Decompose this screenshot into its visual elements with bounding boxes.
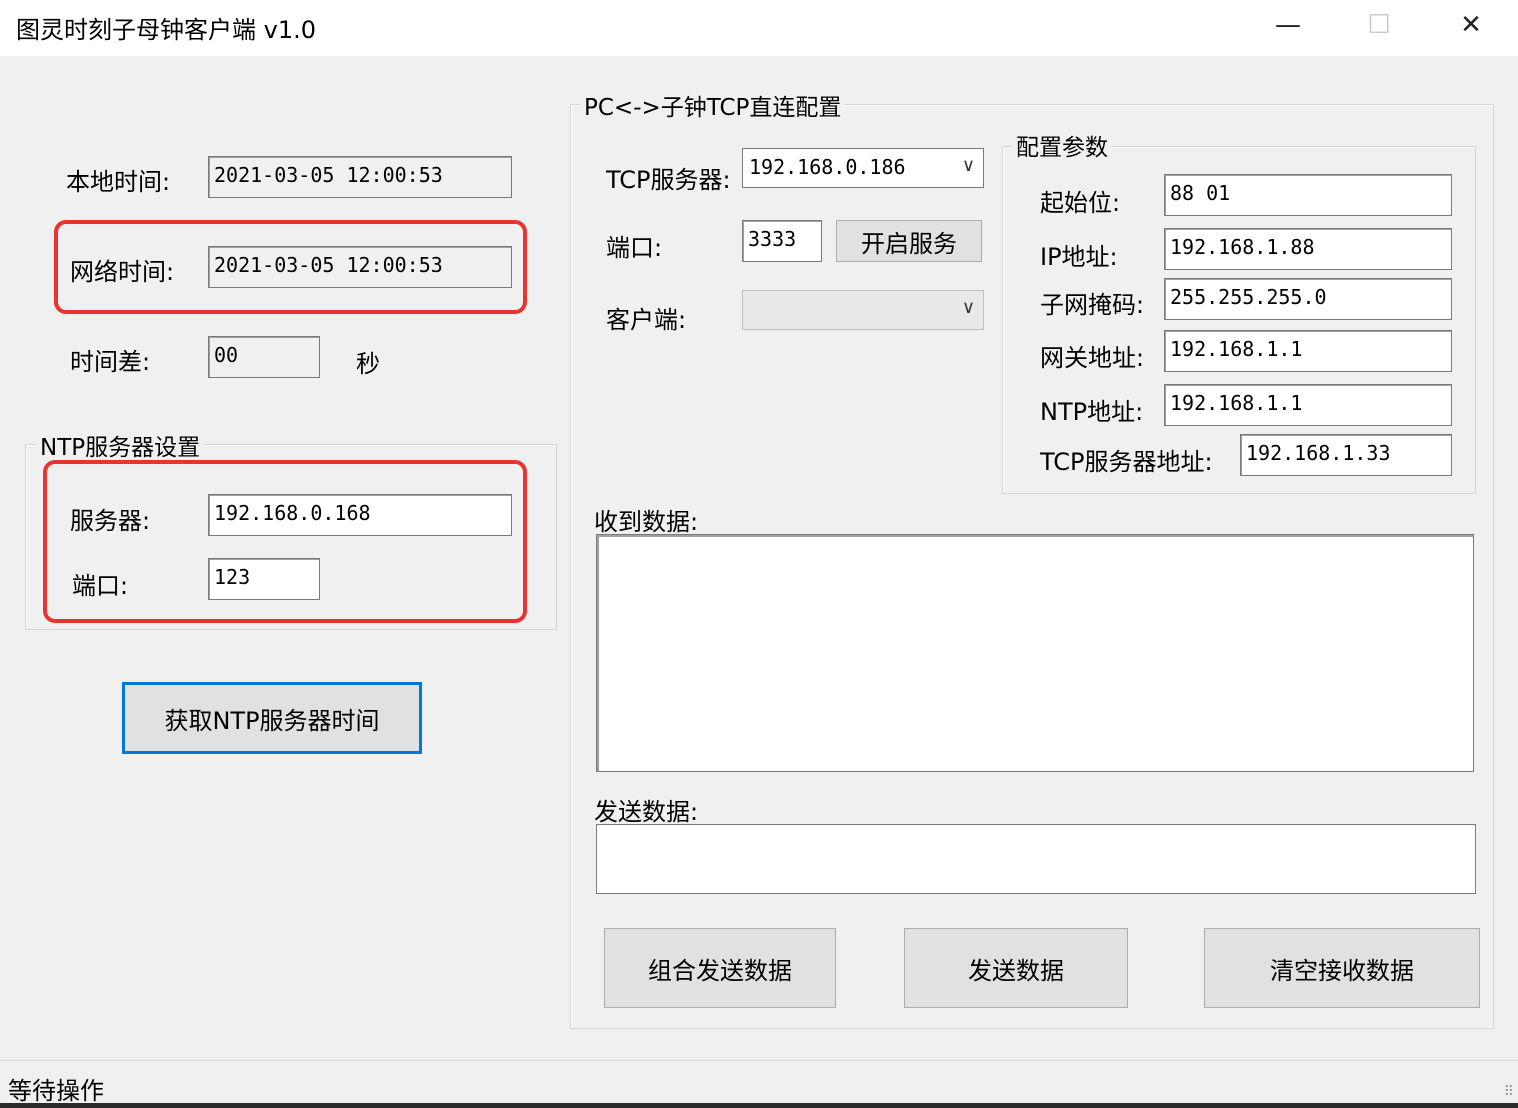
client-select[interactable]: ∨: [742, 290, 984, 330]
net-time-label: 网络时间:: [70, 258, 175, 286]
local-time-field[interactable]: 2021-03-05 12:00:53: [208, 156, 512, 198]
received-data-textarea[interactable]: [596, 534, 1474, 772]
received-data-label: 收到数据:: [594, 508, 699, 536]
time-diff-label: 时间差:: [70, 348, 151, 376]
tcp-address-label: TCP服务器地址:: [1040, 448, 1213, 476]
send-data-input[interactable]: [596, 824, 1476, 894]
window-title: 图灵时刻子母钟客户端 v1.0: [16, 16, 316, 44]
ntp-address-label: NTP地址:: [1040, 398, 1144, 426]
status-text: 等待操作: [8, 1077, 104, 1105]
local-time-label: 本地时间:: [66, 168, 171, 196]
clear-received-button[interactable]: 清空接收数据: [1204, 928, 1480, 1008]
time-diff-field[interactable]: 00: [208, 336, 320, 378]
start-bit-label: 起始位:: [1040, 189, 1121, 217]
maximize-button[interactable]: ☐: [1333, 0, 1425, 50]
title-bar: 图灵时刻子母钟客户端 v1.0 — ☐ ✕: [0, 0, 1518, 56]
window-bottom-border: [0, 1103, 1518, 1108]
seconds-unit-label: 秒: [356, 350, 380, 378]
chevron-down-icon: ∨: [961, 297, 975, 318]
send-data-label: 发送数据:: [594, 798, 699, 826]
get-ntp-time-button[interactable]: 获取NTP服务器时间: [122, 682, 422, 754]
start-service-button[interactable]: 开启服务: [836, 220, 982, 262]
server-label: 服务器:: [70, 507, 151, 535]
start-bit-input[interactable]: 88 01: [1164, 174, 1452, 216]
gateway-label: 网关地址:: [1040, 344, 1145, 372]
tcp-server-value: 192.168.0.186: [749, 155, 906, 179]
ntp-group-title: NTP服务器设置: [36, 428, 205, 462]
ntp-port-input[interactable]: 123: [208, 558, 320, 600]
status-bar: 等待操作 ⠿: [0, 1060, 1518, 1108]
tcp-port-label: 端口:: [606, 234, 663, 262]
ntp-address-input[interactable]: 192.168.1.1: [1164, 384, 1452, 426]
chevron-down-icon: ∨: [961, 155, 975, 176]
close-button[interactable]: ✕: [1425, 0, 1517, 50]
tcp-port-input[interactable]: 3333: [742, 220, 822, 262]
gateway-input[interactable]: 192.168.1.1: [1164, 330, 1452, 372]
mask-input[interactable]: 255.255.255.0: [1164, 278, 1452, 320]
ip-label: IP地址:: [1040, 243, 1118, 271]
minimize-button[interactable]: —: [1242, 0, 1334, 50]
resize-grip-icon[interactable]: ⠿: [1504, 1084, 1514, 1100]
client-label: 客户端:: [606, 306, 687, 334]
mask-label: 子网掩码:: [1040, 291, 1145, 319]
combine-send-button[interactable]: 组合发送数据: [604, 928, 836, 1008]
tcp-server-select[interactable]: 192.168.0.186 ∨: [742, 148, 984, 188]
tcp-group-title: PC<->子钟TCP直连配置: [580, 88, 846, 122]
ntp-server-input[interactable]: 192.168.0.168: [208, 494, 512, 536]
ntp-port-label: 端口:: [72, 572, 129, 600]
tcp-server-label: TCP服务器:: [606, 166, 731, 194]
send-data-button[interactable]: 发送数据: [904, 928, 1128, 1008]
config-group-title: 配置参数: [1012, 128, 1112, 162]
ip-input[interactable]: 192.168.1.88: [1164, 228, 1452, 270]
tcp-address-input[interactable]: 192.168.1.33: [1240, 434, 1452, 476]
net-time-field[interactable]: 2021-03-05 12:00:53: [208, 246, 512, 288]
